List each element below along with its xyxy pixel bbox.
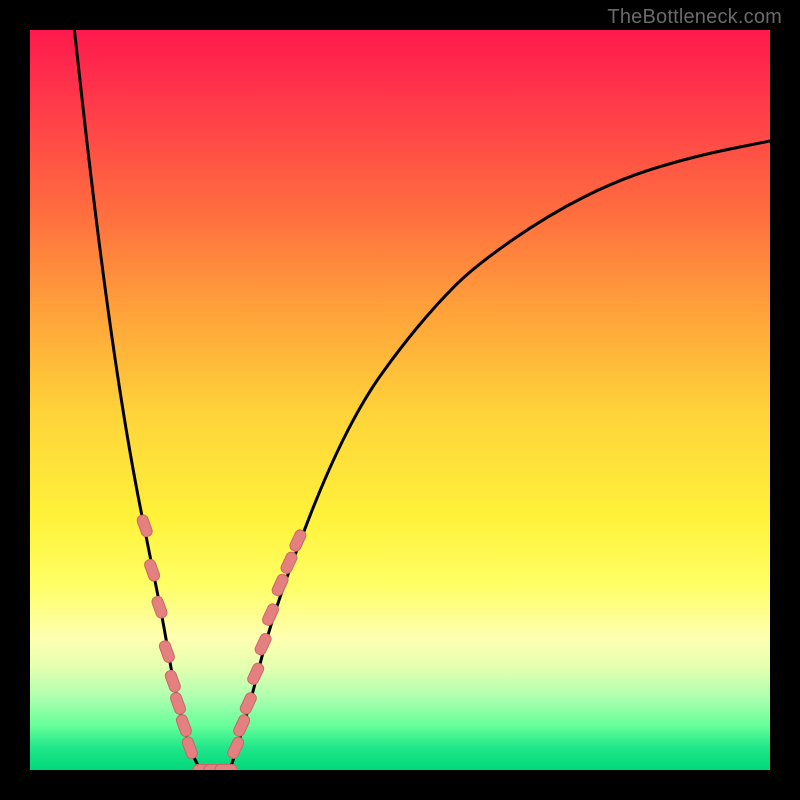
data-marker [261, 602, 280, 627]
data-marker [215, 765, 237, 771]
data-marker [181, 736, 199, 760]
marker-group [136, 514, 308, 770]
data-marker [143, 558, 161, 582]
data-marker [164, 669, 182, 693]
data-marker [151, 595, 169, 619]
data-marker [169, 691, 187, 715]
data-marker [239, 691, 258, 716]
chart-frame: TheBottleneck.com [0, 0, 800, 800]
data-marker [232, 713, 251, 738]
plot-area [30, 30, 770, 770]
data-marker [288, 528, 307, 553]
data-marker [158, 639, 176, 663]
bottleneck-curve [74, 30, 770, 770]
curve-group [74, 30, 770, 770]
data-marker [193, 765, 215, 771]
data-marker [136, 514, 154, 538]
data-marker [226, 736, 245, 761]
data-marker [253, 632, 272, 657]
data-marker [204, 765, 226, 771]
data-marker [279, 551, 298, 576]
data-marker [246, 662, 265, 687]
data-marker [270, 573, 289, 598]
data-marker [175, 713, 193, 737]
watermark-text: TheBottleneck.com [607, 6, 782, 29]
chart-svg [30, 30, 770, 770]
